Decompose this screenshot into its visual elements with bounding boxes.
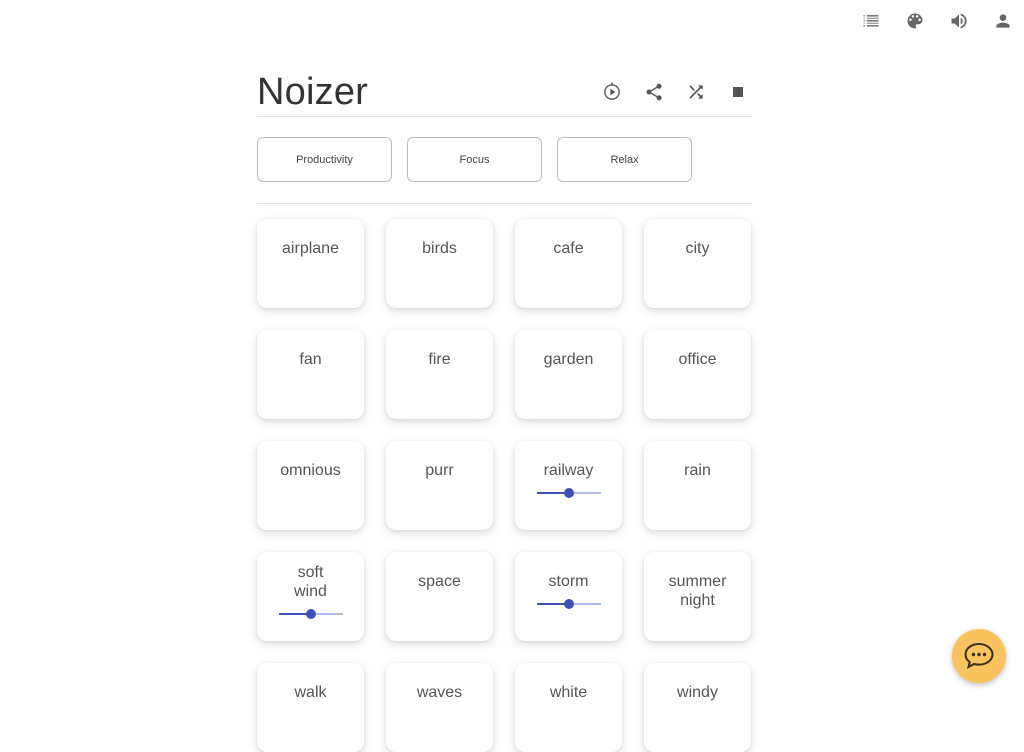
slider-thumb[interactable] (305, 609, 316, 619)
sound-name: storm (548, 573, 589, 590)
sound-tile-white[interactable]: white (515, 663, 622, 752)
sound-tile-omnious[interactable]: omnious (257, 441, 364, 530)
sound-tile-city[interactable]: city (644, 219, 751, 308)
account-icon (996, 14, 1010, 28)
sound-tile-space[interactable]: space (386, 552, 493, 641)
slider-thumb[interactable] (563, 599, 574, 609)
sound-tile-windy[interactable]: windy (644, 663, 751, 752)
top-toolbar (860, 10, 1014, 32)
sound-tile-walk[interactable]: walk (257, 663, 364, 752)
slider-thumb[interactable] (563, 488, 574, 498)
playlist-button[interactable] (860, 10, 882, 32)
sound-name: walk (294, 684, 327, 701)
sound-name: fire (428, 351, 451, 368)
sound-name: space (418, 573, 461, 590)
share-icon (646, 83, 662, 101)
preset-list: Productivity Focus Relax (257, 137, 692, 182)
sound-tile-summer-night[interactable]: summer night (644, 552, 751, 641)
sound-tile-fire[interactable]: fire (386, 330, 493, 419)
share-button[interactable] (644, 82, 664, 102)
section-divider (257, 203, 752, 204)
sound-tile-office[interactable]: office (644, 330, 751, 419)
sound-tile-storm[interactable]: storm (515, 552, 622, 641)
stop-icon (733, 87, 743, 97)
sound-tile-airplane[interactable]: airplane (257, 219, 364, 308)
sound-tile-birds[interactable]: birds (386, 219, 493, 308)
sound-tile-cafe[interactable]: cafe (515, 219, 622, 308)
timer-button[interactable] (602, 82, 622, 102)
sound-grid: airplane birds cafe city fan fire garden… (257, 219, 751, 752)
sound-tile-soft-wind[interactable]: soft wind (257, 552, 364, 641)
sound-name: office (678, 351, 717, 368)
sound-name: city (685, 240, 710, 257)
shuffle-icon (689, 85, 703, 99)
sound-name: rain (684, 462, 711, 479)
sound-tile-railway[interactable]: railway (515, 441, 622, 530)
sound-name: cafe (553, 240, 584, 257)
volume-icon (951, 13, 967, 29)
sound-name: railway (543, 462, 594, 479)
stop-button[interactable] (728, 82, 748, 102)
sound-name: purr (425, 462, 454, 479)
sound-name: white (549, 684, 588, 701)
sound-tile-fan[interactable]: fan (257, 330, 364, 419)
sound-name: omnious (280, 462, 341, 479)
volume-slider[interactable] (278, 609, 343, 619)
timer-play-icon (604, 82, 620, 100)
sound-name: windy (677, 684, 718, 701)
sound-name: garden (543, 351, 594, 368)
sound-name: waves (416, 684, 463, 701)
app-title: Noizer (257, 71, 369, 113)
sound-name: airplane (282, 240, 339, 257)
account-button[interactable] (992, 10, 1014, 32)
app-header: Noizer (257, 66, 752, 117)
sound-name: soft wind (294, 564, 327, 600)
sound-name: fan (299, 351, 322, 368)
sound-name: birds (422, 240, 457, 257)
volume-slider[interactable] (536, 599, 601, 609)
chat-button[interactable] (952, 629, 1006, 683)
preset-focus-button[interactable]: Focus (407, 137, 542, 182)
preset-relax-button[interactable]: Relax (557, 137, 692, 182)
palette-icon (907, 13, 923, 29)
sound-name: summer night (668, 573, 727, 609)
list-icon (863, 15, 879, 27)
sound-tile-waves[interactable]: waves (386, 663, 493, 752)
preset-productivity-button[interactable]: Productivity (257, 137, 392, 182)
theme-button[interactable] (904, 10, 926, 32)
sound-tile-purr[interactable]: purr (386, 441, 493, 530)
chat-bubble-icon (964, 642, 994, 669)
sound-tile-rain[interactable]: rain (644, 441, 751, 530)
volume-button[interactable] (948, 10, 970, 32)
header-actions (602, 82, 748, 102)
volume-slider[interactable] (536, 488, 601, 498)
shuffle-button[interactable] (686, 82, 706, 102)
sound-tile-garden[interactable]: garden (515, 330, 622, 419)
